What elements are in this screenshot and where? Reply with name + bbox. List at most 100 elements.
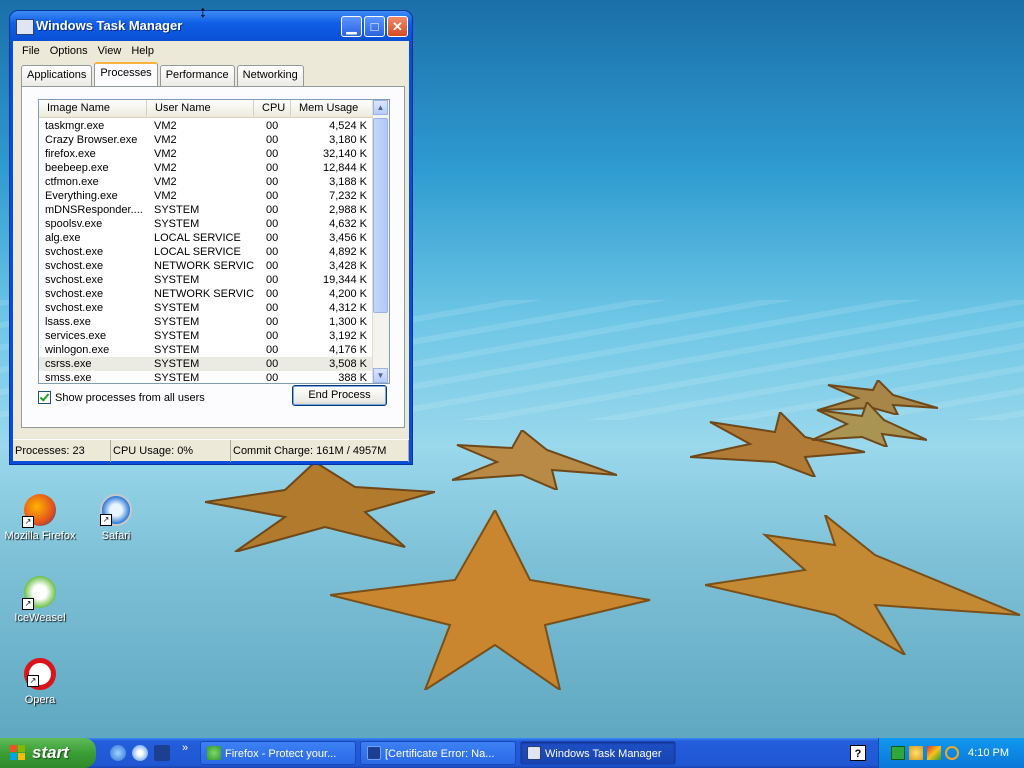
minimize-button[interactable]: ▁ bbox=[341, 16, 362, 37]
opera-icon: ↗ bbox=[24, 658, 56, 690]
help-icon[interactable]: ? bbox=[850, 745, 866, 761]
desktop-icon-opera[interactable]: ↗ Opera bbox=[0, 658, 80, 706]
quicklaunch-app-icon[interactable] bbox=[154, 745, 170, 761]
desktop-icon-label: IceWeasel bbox=[14, 612, 66, 624]
table-row[interactable]: ctfmon.exe VM2 00 3,188 K bbox=[39, 175, 373, 189]
shortcut-arrow-icon: ↗ bbox=[22, 598, 34, 610]
tab-applications[interactable]: Applications bbox=[21, 65, 93, 86]
show-all-users-option[interactable]: Show processes from all users bbox=[38, 391, 205, 404]
quicklaunch-ie-icon[interactable] bbox=[110, 745, 126, 761]
processes-panel: Image Name User Name CPU Mem Usage taskm… bbox=[21, 86, 405, 428]
tab-performance[interactable]: Performance bbox=[159, 65, 235, 86]
cell-mem-usage: 4,312 K bbox=[329, 302, 367, 314]
table-row[interactable]: csrss.exe SYSTEM 00 3,508 K bbox=[39, 357, 373, 371]
cell-image-name: Crazy Browser.exe bbox=[45, 134, 138, 146]
cell-cpu: 00 bbox=[266, 148, 279, 160]
column-header-image-name[interactable]: Image Name bbox=[39, 100, 147, 117]
table-row[interactable]: lsass.exe SYSTEM 00 1,300 K bbox=[39, 315, 373, 329]
desktop-icon-firefox[interactable]: ↗ Mozilla Firefox bbox=[0, 494, 80, 542]
cell-user-name: NETWORK SERVICE bbox=[154, 288, 254, 300]
quicklaunch-browser-icon[interactable] bbox=[132, 745, 148, 761]
clock[interactable]: 4:10 PM bbox=[968, 738, 1009, 768]
taskbar-button-task-manager[interactable]: Windows Task Manager bbox=[520, 741, 676, 765]
menu-bar: File Options View Help bbox=[13, 41, 409, 61]
cell-mem-usage: 4,524 K bbox=[329, 120, 367, 132]
table-row[interactable]: svchost.exe SYSTEM 00 19,344 K bbox=[39, 273, 373, 287]
taskbar-button-firefox[interactable]: Firefox - Protect your... bbox=[200, 741, 356, 765]
maximize-button[interactable]: □ bbox=[364, 16, 385, 37]
cell-user-name: SYSTEM bbox=[154, 218, 200, 230]
process-rows: taskmgr.exe VM2 00 4,524 K Crazy Browser.exe… bbox=[39, 119, 373, 384]
tray-security-icon[interactable] bbox=[927, 746, 941, 760]
table-row[interactable]: svchost.exe SYSTEM 00 4,312 K bbox=[39, 301, 373, 315]
cell-mem-usage: 3,192 K bbox=[329, 330, 367, 342]
status-processes: Processes: 23 bbox=[13, 440, 111, 462]
cell-user-name: VM2 bbox=[154, 120, 177, 132]
desktop-icon-label: Safari bbox=[101, 530, 131, 542]
menu-view[interactable]: View bbox=[93, 45, 127, 57]
starfish-decoration bbox=[705, 515, 1024, 655]
cell-mem-usage: 388 K bbox=[338, 372, 367, 384]
table-row[interactable]: spoolsv.exe SYSTEM 00 4,632 K bbox=[39, 217, 373, 231]
process-list[interactable]: Image Name User Name CPU Mem Usage taskm… bbox=[38, 99, 390, 384]
starfish-decoration bbox=[205, 462, 435, 552]
menu-help[interactable]: Help bbox=[126, 45, 159, 57]
table-row[interactable]: mDNSResponder.... SYSTEM 00 2,988 K bbox=[39, 203, 373, 217]
desktop-icon-safari[interactable]: ↗ Safari bbox=[76, 494, 156, 542]
column-header-mem-usage[interactable]: Mem Usage bbox=[291, 100, 373, 117]
status-bar: Processes: 23 CPU Usage: 0% Commit Charg… bbox=[13, 439, 409, 462]
column-header-cpu[interactable]: CPU bbox=[254, 100, 291, 117]
menu-options[interactable]: Options bbox=[45, 45, 93, 57]
menu-file[interactable]: File bbox=[17, 45, 45, 57]
table-row[interactable]: Crazy Browser.exe VM2 00 3,180 K bbox=[39, 133, 373, 147]
cell-mem-usage: 4,176 K bbox=[329, 344, 367, 356]
shortcut-arrow-icon: ↗ bbox=[22, 516, 34, 528]
cell-user-name: SYSTEM bbox=[154, 330, 200, 342]
table-row[interactable]: winlogon.exe SYSTEM 00 4,176 K bbox=[39, 343, 373, 357]
status-commit-charge: Commit Charge: 161M / 4957M bbox=[231, 440, 409, 462]
tray-network-icon[interactable] bbox=[909, 746, 923, 760]
cell-cpu: 00 bbox=[266, 260, 279, 272]
table-row[interactable]: smss.exe SYSTEM 00 388 K bbox=[39, 371, 373, 384]
cell-image-name: svchost.exe bbox=[45, 246, 104, 258]
title-bar[interactable]: Windows Task Manager ▁ □ ✕ bbox=[10, 11, 412, 41]
tray-app-icon[interactable] bbox=[891, 746, 905, 760]
table-row[interactable]: services.exe SYSTEM 00 3,192 K bbox=[39, 329, 373, 343]
start-button[interactable]: start bbox=[0, 738, 96, 768]
taskbar: start » Firefox - Protect your... [Certi… bbox=[0, 738, 1024, 768]
column-header-user-name[interactable]: User Name bbox=[147, 100, 254, 117]
taskbar-button-certificate-error[interactable]: [Certificate Error: Na... bbox=[360, 741, 516, 765]
scroll-down-button[interactable]: ▼ bbox=[373, 368, 388, 383]
cell-user-name: SYSTEM bbox=[154, 316, 200, 328]
end-process-button[interactable]: End Process bbox=[292, 385, 387, 406]
table-row[interactable]: alg.exe LOCAL SERVICE 00 3,456 K bbox=[39, 231, 373, 245]
table-row[interactable]: svchost.exe NETWORK SERVICE 00 4,200 K bbox=[39, 287, 373, 301]
table-row[interactable]: beebeep.exe VM2 00 12,844 K bbox=[39, 161, 373, 175]
cell-cpu: 00 bbox=[266, 246, 279, 258]
cell-image-name: mDNSResponder.... bbox=[45, 204, 143, 216]
quicklaunch-more-icon[interactable]: » bbox=[182, 742, 188, 754]
table-row[interactable]: firefox.exe VM2 00 32,140 K bbox=[39, 147, 373, 161]
tab-networking[interactable]: Networking bbox=[236, 65, 304, 86]
scroll-thumb[interactable] bbox=[373, 118, 388, 313]
cell-mem-usage: 3,508 K bbox=[329, 358, 367, 370]
cell-image-name: svchost.exe bbox=[45, 288, 104, 300]
table-row[interactable]: svchost.exe NETWORK SERVICE 00 3,428 K bbox=[39, 259, 373, 273]
status-cpu-usage: CPU Usage: 0% bbox=[111, 440, 231, 462]
vertical-scrollbar[interactable]: ▲ ▼ bbox=[372, 100, 389, 383]
tab-processes[interactable]: Processes bbox=[94, 62, 158, 87]
table-row[interactable]: svchost.exe LOCAL SERVICE 00 4,892 K bbox=[39, 245, 373, 259]
cell-cpu: 00 bbox=[266, 316, 279, 328]
table-row[interactable]: Everything.exe VM2 00 7,232 K bbox=[39, 189, 373, 203]
desktop-icon-label: Mozilla Firefox bbox=[4, 530, 76, 542]
close-button[interactable]: ✕ bbox=[387, 16, 408, 37]
show-all-users-checkbox[interactable] bbox=[38, 391, 51, 404]
task-manager-window[interactable]: Windows Task Manager ▁ □ ✕ File Options … bbox=[10, 11, 412, 464]
table-row[interactable]: taskmgr.exe VM2 00 4,524 K bbox=[39, 119, 373, 133]
cell-cpu: 00 bbox=[266, 120, 279, 132]
desktop-icon-iceweasel[interactable]: ↗ IceWeasel bbox=[0, 576, 80, 624]
scroll-up-button[interactable]: ▲ bbox=[373, 100, 388, 115]
cell-mem-usage: 3,428 K bbox=[329, 260, 367, 272]
cell-user-name: LOCAL SERVICE bbox=[154, 246, 241, 258]
tray-search-icon[interactable] bbox=[945, 746, 959, 760]
